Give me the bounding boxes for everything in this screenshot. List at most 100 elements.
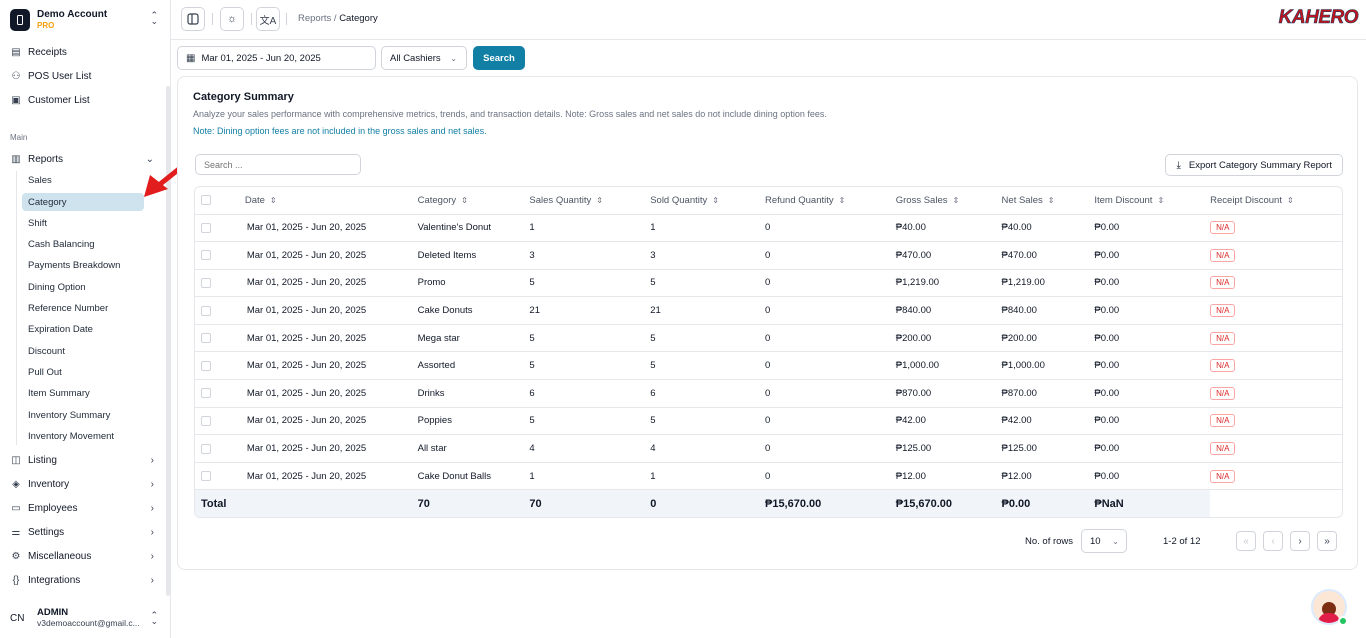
row-checkbox[interactable] [201,305,211,316]
sidebar-sub-item-pull-out[interactable]: Pull Out [22,363,144,381]
sidebar-item-settings[interactable]: ⚌ Settings › [10,522,160,542]
row-checkbox[interactable] [201,388,211,399]
next-page-button[interactable]: › [1290,531,1310,551]
chevron-right-icon: › [150,526,154,538]
cell-date: Mar 01, 2025 - Jun 20, 2025 [244,296,418,325]
sidebar-sub-item-category[interactable]: Category [22,193,144,211]
language-button[interactable]: 文A [256,7,280,31]
sidebar-sub-item-expiration-date[interactable]: Expiration Date [22,320,144,338]
cell-sales-quantity: 21 [529,296,651,325]
sidebar: Demo Account PRO ⌃ ⌄ ▤ Receipts ⚇ POS Use… [0,0,171,638]
cell-date: Mar 01, 2025 - Jun 20, 2025 [244,241,418,270]
breadcrumb-current: Category [339,13,378,24]
user-menu[interactable]: CN ADMIN v3demoaccount@gmail.c... ⌃ ⌄ [10,604,162,632]
column-header-category[interactable]: Category ⇕ [417,187,530,215]
sidebar-item-reports[interactable]: ▥ Reports ⌄ [10,149,160,169]
table-search-input[interactable] [195,154,361,175]
sidebar-sub-item-inventory-movement[interactable]: Inventory Movement [22,427,144,445]
cashier-select[interactable]: All Cashiers ⌄ [381,46,467,70]
row-checkbox[interactable] [201,250,211,261]
table-row[interactable]: Mar 01, 2025 - Jun 20, 2025 Cake Donut Ba… [195,462,1342,491]
table-row[interactable]: Mar 01, 2025 - Jun 20, 2025 Cake Donuts 21… [195,296,1342,325]
column-header-sales-quantity[interactable]: Sales Quantity ⇕ [529,187,651,215]
sort-icon: ⇕ [1286,195,1294,205]
sidebar-sub-item-dining-option[interactable]: Dining Option [22,278,144,296]
sidebar-item-pos-user-list[interactable]: ⚇ POS User List [10,66,160,86]
breadcrumb-parent[interactable]: Reports [298,13,331,24]
table-row[interactable]: Mar 01, 2025 - Jun 20, 2025 Promo 5 5 0 ₱1,21… [195,269,1342,298]
cell-refund-quantity: 0 [764,269,896,298]
date-range-picker[interactable]: ▦ Mar 01, 2025 - Jun 20, 2025 [177,46,376,70]
user-email: v3demoaccount@gmail.c... [37,618,140,628]
cashier-select-value: All Cashiers [390,52,441,64]
column-header-item-discount[interactable]: Item Discount ⇕ [1094,187,1211,215]
table-row[interactable]: Mar 01, 2025 - Jun 20, 2025 Poppies 5 5 0 ₱42… [195,407,1342,436]
receipt-discount-badge: N/A [1210,331,1236,345]
column-header-date[interactable]: Date ⇕ [244,187,418,215]
sidebar-sub-item-shift[interactable]: Shift [22,214,144,232]
table-row[interactable]: Mar 01, 2025 - Jun 20, 2025 Mega star 5 5 0 ₱… [195,324,1342,353]
brand-logo: KAHERO [1278,7,1358,29]
sort-icon: ⇕ [838,195,846,205]
table-row[interactable]: Mar 01, 2025 - Jun 20, 2025 All star 4 4 0 ₱1… [195,434,1342,463]
row-checkbox[interactable] [201,443,211,454]
receipt-discount-badge: N/A [1210,386,1236,400]
last-page-button[interactable]: » [1317,531,1337,551]
rows-per-page-select[interactable]: 10 ⌄ [1081,529,1127,553]
sidebar-item-inventory[interactable]: ◈ Inventory › [10,474,160,494]
breadcrumb-separator: / [333,13,337,24]
cell-sales-quantity: 5 [529,407,651,436]
row-checkbox[interactable] [201,277,211,288]
export-report-button[interactable]: ⤓ Export Category Summary Report [1165,154,1343,176]
sidebar-sub-item-inventory-summary[interactable]: Inventory Summary [22,406,144,424]
column-header-label: Sold Quantity [650,194,708,206]
sidebar-sub-item-sales[interactable]: Sales [22,171,144,189]
sidebar-sub-item-payments-breakdown[interactable]: Payments Breakdown [22,256,144,274]
theme-toggle-button[interactable]: ☼ [220,7,244,31]
row-checkbox[interactable] [201,471,211,482]
sidebar-sub-item-reference-number[interactable]: Reference Number [22,299,144,317]
table-row[interactable]: Mar 01, 2025 - Jun 20, 2025 Valentine's D… [195,214,1342,243]
account-name: Demo Account [37,9,108,20]
previous-page-button[interactable]: ‹ [1263,531,1283,551]
chevron-left-icon: ‹ [1271,535,1275,547]
sidebar-sub-item-discount[interactable]: Discount [22,342,144,360]
cell-sales-quantity: 6 [529,379,651,408]
sidebar-item-label: Reports [28,153,64,165]
sidebar-item-integrations[interactable]: {} Integrations › [10,570,160,590]
cell-date: Mar 01, 2025 - Jun 20, 2025 [244,269,418,298]
sidebar-sub-item-cash-balancing[interactable]: Cash Balancing [22,235,144,253]
column-header-gross-sales[interactable]: Gross Sales ⇕ [895,187,1002,215]
row-checkbox[interactable] [201,415,211,426]
table-row[interactable]: Mar 01, 2025 - Jun 20, 2025 Assorted 5 5 0 ₱1… [195,351,1342,381]
column-header-sold-quantity[interactable]: Sold Quantity ⇕ [650,187,765,215]
sidebar-item-label: Customer List [28,94,90,106]
first-page-button[interactable]: « [1236,531,1256,551]
cell-net-sales: ₱12.00 [1001,462,1095,491]
category-summary-card: Category Summary Analyze your sales perf… [177,76,1358,570]
row-checkbox[interactable] [201,360,211,371]
sidebar-item-receipts[interactable]: ▤ Receipts [10,42,160,62]
column-header-receipt-discount[interactable]: Receipt Discount ⇕ [1210,187,1342,215]
sidebar-item-miscellaneous[interactable]: ⚙ Miscellaneous › [10,546,160,566]
column-header-refund-quantity[interactable]: Refund Quantity ⇕ [764,187,896,215]
column-header-label: Category [417,194,457,206]
account-switcher[interactable]: Demo Account PRO ⌃ ⌄ [10,7,162,33]
sidebar-item-customer-list[interactable]: ▣ Customer List [10,90,160,110]
row-checkbox[interactable] [201,222,211,233]
cell-date: Mar 01, 2025 - Jun 20, 2025 [244,214,418,243]
table-body: Mar 01, 2025 - Jun 20, 2025 Valentine's D… [195,214,1342,517]
table-row[interactable]: Mar 01, 2025 - Jun 20, 2025 Drinks 6 6 0 ₱870… [195,379,1342,408]
sidebar-item-employees[interactable]: ▭ Employees › [10,498,160,518]
row-checkbox[interactable] [201,333,211,344]
toolbar-divider [286,13,287,25]
cell-date: Mar 01, 2025 - Jun 20, 2025 [244,462,418,491]
column-header-net-sales[interactable]: Net Sales ⇕ [1001,187,1095,215]
select-all-checkbox[interactable] [201,195,211,206]
sidebar-toggle-button[interactable] [181,7,205,31]
total-receipt-discount: ₱NaN [1094,489,1211,517]
sidebar-sub-item-item-summary[interactable]: Item Summary [22,384,144,402]
search-button[interactable]: Search [473,46,525,70]
table-row[interactable]: Mar 01, 2025 - Jun 20, 2025 Deleted Items… [195,241,1342,270]
sidebar-item-listing[interactable]: ◫ Listing › [10,450,160,470]
